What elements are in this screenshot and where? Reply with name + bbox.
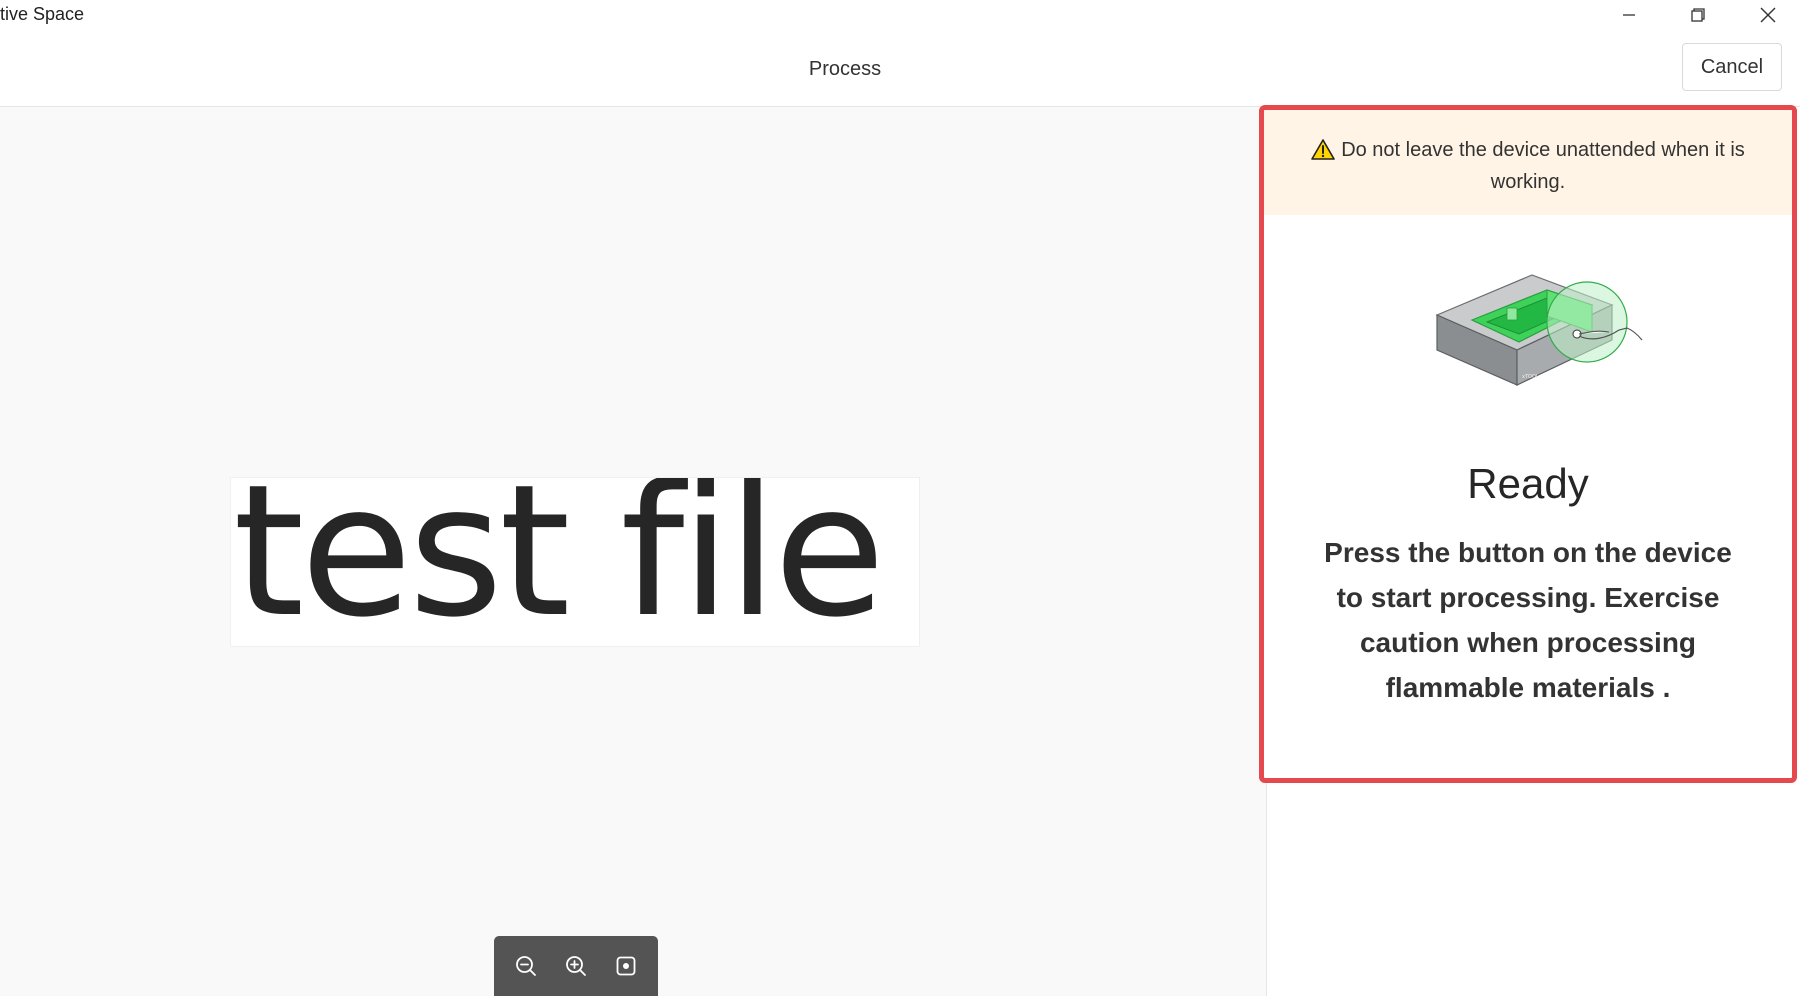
safety-warning-banner: Do not leave the device unattended when … <box>1264 110 1792 215</box>
preview-text: test file <box>233 477 886 647</box>
zoom-toolbar <box>494 936 658 996</box>
restore-icon <box>1691 8 1705 22</box>
title-bar: tive Space <box>0 0 1800 30</box>
status-description: Press the button on the device to start … <box>1324 537 1732 703</box>
fit-to-center-icon <box>616 956 636 976</box>
preview-canvas[interactable]: test file <box>0 107 1267 996</box>
app-window: tive Space Process Cancel test file Do n… <box>0 0 1800 996</box>
minimize-button[interactable] <box>1595 0 1663 30</box>
zoom-in-icon <box>566 956 586 976</box>
fit-to-center-button[interactable] <box>610 950 642 982</box>
minimize-icon <box>1623 14 1635 16</box>
design-preview: test file <box>230 477 920 647</box>
zoom-out-icon <box>516 956 536 976</box>
zoom-in-button[interactable] <box>560 950 592 982</box>
cancel-button[interactable]: Cancel <box>1682 43 1782 91</box>
page-title: Process <box>808 58 882 80</box>
device-status-panel: Do not leave the device unattended when … <box>1259 105 1797 783</box>
svg-text:xTOOL: xTOOL <box>1522 374 1539 380</box>
process-header: Process Cancel <box>0 30 1800 107</box>
warning-text: Do not leave the device unattended when … <box>1341 139 1745 193</box>
restore-button[interactable] <box>1664 0 1732 30</box>
status-title: Ready <box>1467 460 1589 507</box>
close-icon <box>1760 7 1776 23</box>
warning-icon <box>1311 139 1335 160</box>
zoom-out-button[interactable] <box>510 950 542 982</box>
device-button-press-illustration: xTOOL <box>1435 274 1643 386</box>
app-title: tive Space <box>0 4 85 24</box>
close-button[interactable] <box>1734 0 1800 30</box>
